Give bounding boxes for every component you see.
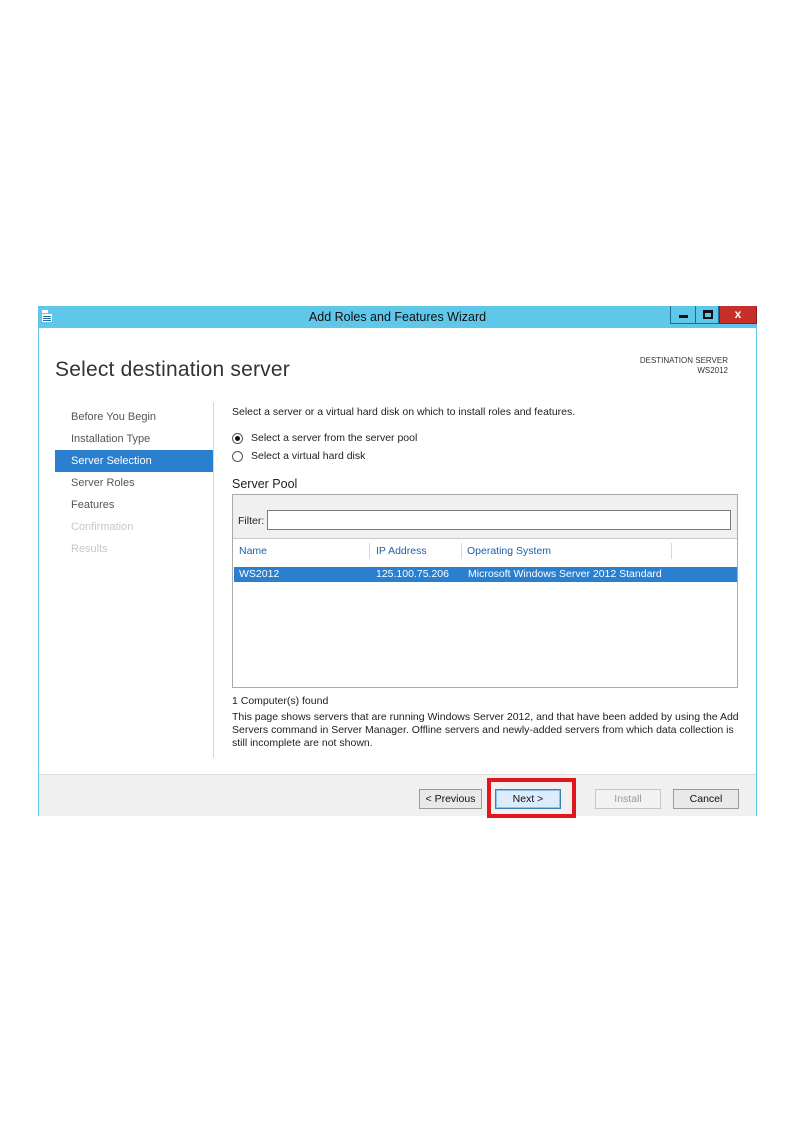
- description-text: This page shows servers that are running…: [232, 711, 739, 749]
- maximize-icon: [703, 310, 713, 319]
- radio-server-pool[interactable]: Select a server from the server pool: [232, 431, 417, 445]
- radio-label: Select a virtual hard disk: [251, 450, 366, 462]
- nav-item-confirmation: Confirmation: [71, 521, 134, 533]
- wizard-footer: < Previous Next > Install Cancel: [39, 774, 756, 818]
- page-title: Select destination server: [55, 358, 290, 381]
- minimize-button[interactable]: [670, 306, 696, 324]
- server-pool-list: Filter: Name IP Address Operating System…: [232, 494, 738, 688]
- column-header-operating-system[interactable]: Operating System: [467, 545, 551, 557]
- wizard-window: Add Roles and Features Wizard x Select d…: [38, 306, 757, 818]
- nav-item-installation-type[interactable]: Installation Type: [55, 428, 213, 450]
- install-button: Install: [595, 789, 661, 809]
- filter-bar: Filter:: [233, 495, 737, 539]
- previous-button[interactable]: < Previous: [419, 789, 482, 809]
- filter-input[interactable]: [267, 510, 731, 530]
- minimize-icon: [679, 315, 688, 318]
- nav-item-features[interactable]: Features: [55, 494, 213, 516]
- nav-item-results: Results: [71, 543, 108, 555]
- column-divider[interactable]: [671, 543, 672, 559]
- nav-item-before-you-begin[interactable]: Before You Begin: [55, 406, 213, 428]
- cell-ip-address: 125.100.75.206: [376, 568, 449, 580]
- cell-operating-system: Microsoft Windows Server 2012 Standard: [468, 568, 662, 580]
- nav-item-server-roles[interactable]: Server Roles: [55, 472, 213, 494]
- column-divider[interactable]: [369, 543, 370, 559]
- maximize-button[interactable]: [695, 306, 719, 324]
- radio-button[interactable]: [232, 450, 243, 462]
- computers-found-count: 1 Computer(s) found: [232, 695, 329, 707]
- destination-server-label: DESTINATION SERVER: [639, 356, 728, 365]
- close-button[interactable]: x: [719, 306, 757, 324]
- wizard-nav: Before You Begin Installation Type Serve…: [55, 406, 213, 560]
- column-divider[interactable]: [461, 543, 462, 559]
- server-pool-title: Server Pool: [232, 477, 298, 491]
- nav-item-server-selection[interactable]: Server Selection: [55, 450, 213, 472]
- radio-button-checked[interactable]: [232, 432, 243, 444]
- radio-label: Select a server from the server pool: [251, 432, 418, 444]
- nav-divider: [213, 402, 214, 758]
- destination-server: DESTINATION SERVER WS2012: [640, 356, 728, 376]
- window-title: Add Roles and Features Wizard: [308, 310, 487, 324]
- next-button[interactable]: Next >: [495, 789, 561, 809]
- title-bar[interactable]: Add Roles and Features Wizard x: [39, 306, 757, 328]
- column-header-name[interactable]: Name: [239, 545, 267, 557]
- column-header-ip-address[interactable]: IP Address: [376, 545, 427, 557]
- instruction-text: Select a server or a virtual hard disk o…: [232, 406, 576, 418]
- filter-label: Filter:: [238, 515, 265, 527]
- table-row[interactable]: WS2012 125.100.75.206 Microsoft Windows …: [234, 567, 737, 582]
- column-headers: Name IP Address Operating System: [233, 540, 737, 562]
- cancel-button[interactable]: Cancel: [673, 789, 739, 809]
- radio-virtual-hard-disk[interactable]: Select a virtual hard disk: [232, 449, 365, 463]
- destination-server-value: WS2012: [697, 366, 728, 375]
- cell-name: WS2012: [239, 568, 280, 580]
